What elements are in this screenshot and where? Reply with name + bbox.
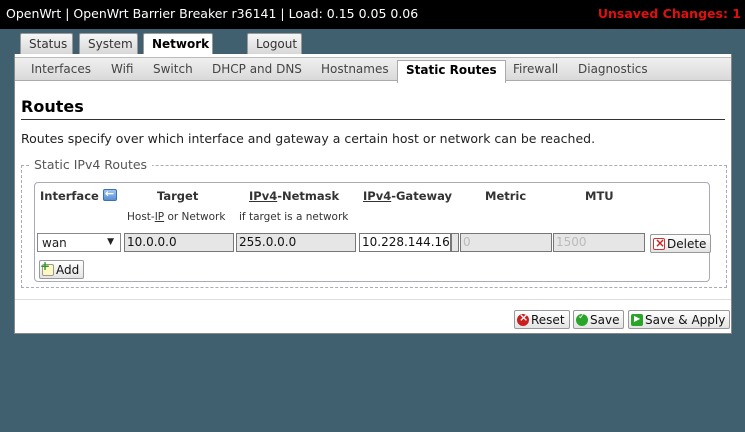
fieldset-legend: Static IPv4 Routes [29, 157, 153, 172]
unsaved-changes-link[interactable]: Unsaved Changes: 1 [598, 6, 741, 21]
gateway-dropdown-handle[interactable] [451, 233, 459, 252]
reset-button-label: Reset [531, 313, 565, 327]
subheader-netmask: if target is a network [239, 211, 349, 223]
subheader-target: Host-IP or Network [127, 211, 225, 223]
save-icon [576, 312, 588, 326]
metric-input[interactable]: 0 [460, 233, 552, 252]
add-icon [40, 259, 54, 276]
subtab-diagnostics[interactable]: Diagnostics [578, 62, 648, 76]
reset-icon [517, 311, 529, 326]
header-mtu: MTU [585, 189, 614, 203]
header-gateway-rest: -Gateway [391, 189, 453, 203]
header-gateway-abbr: IPv4 [363, 189, 392, 203]
content-panel: Interfaces Wifi Switch DHCP and DNS Host… [14, 54, 732, 334]
reset-button[interactable]: Reset [514, 310, 570, 329]
save-apply-button-label: Save & Apply [645, 313, 726, 327]
router-title: OpenWrt | OpenWrt Barrier Breaker r36141… [6, 6, 419, 21]
sub-navigation: Interfaces Wifi Switch DHCP and DNS Host… [15, 57, 731, 83]
header-interface-label: Interface [40, 189, 99, 203]
save-button[interactable]: Save [573, 310, 625, 329]
subheader-target-post: or Network [164, 211, 226, 223]
sort-back-icon[interactable] [102, 187, 117, 201]
subtab-hostnames[interactable]: Hostnames [321, 62, 389, 76]
tab-status[interactable]: Status [20, 33, 73, 54]
header-netmask-abbr: IPv4 [249, 189, 278, 203]
tab-network[interactable]: Network [143, 33, 213, 56]
header-interface: Interface [40, 187, 119, 203]
target-input[interactable]: 10.0.0.0 [124, 233, 234, 252]
interface-select[interactable]: wan ▼ [37, 233, 121, 252]
header-metric: Metric [485, 189, 527, 203]
add-button-label: Add [56, 263, 80, 277]
gateway-input[interactable]: 10.228.144.161 [359, 233, 457, 252]
top-bar: OpenWrt | OpenWrt Barrier Breaker r36141… [0, 0, 745, 29]
save-button-label: Save [590, 313, 620, 327]
subtab-switch[interactable]: Switch [153, 62, 193, 76]
subtab-dhcp-dns[interactable]: DHCP and DNS [212, 62, 302, 76]
delete-icon [653, 236, 665, 250]
header-gateway: IPv4-Gateway [363, 189, 452, 203]
header-netmask-rest: -Netmask [277, 189, 340, 203]
subtab-static-routes[interactable]: Static Routes [397, 60, 506, 83]
title-divider [21, 119, 725, 120]
subtab-wifi[interactable]: Wifi [111, 62, 134, 76]
interface-select-value: wan [42, 236, 67, 250]
delete-button-label: Delete [667, 237, 707, 251]
mtu-input[interactable]: 1500 [553, 233, 645, 252]
delete-button[interactable]: Delete [650, 234, 712, 253]
netmask-input[interactable]: 255.0.0.0 [236, 233, 356, 252]
apply-icon [631, 314, 643, 326]
tab-system[interactable]: System [79, 33, 138, 54]
page-title: Routes [21, 97, 84, 116]
subtab-interfaces[interactable]: Interfaces [31, 62, 91, 76]
save-apply-button[interactable]: Save & Apply [628, 310, 731, 329]
chevron-down-icon: ▼ [107, 237, 114, 247]
page-description: Routes specify over which interface and … [21, 131, 596, 146]
subtab-firewall[interactable]: Firewall [513, 62, 558, 76]
add-button[interactable]: Add [39, 259, 85, 279]
header-target: Target [157, 189, 199, 203]
subheader-target-pre: Host- [127, 211, 155, 223]
header-netmask: IPv4-Netmask [249, 189, 339, 203]
subheader-target-abbr: IP [154, 211, 165, 223]
tab-logout[interactable]: Logout [247, 33, 302, 54]
footer-divider [15, 299, 731, 300]
